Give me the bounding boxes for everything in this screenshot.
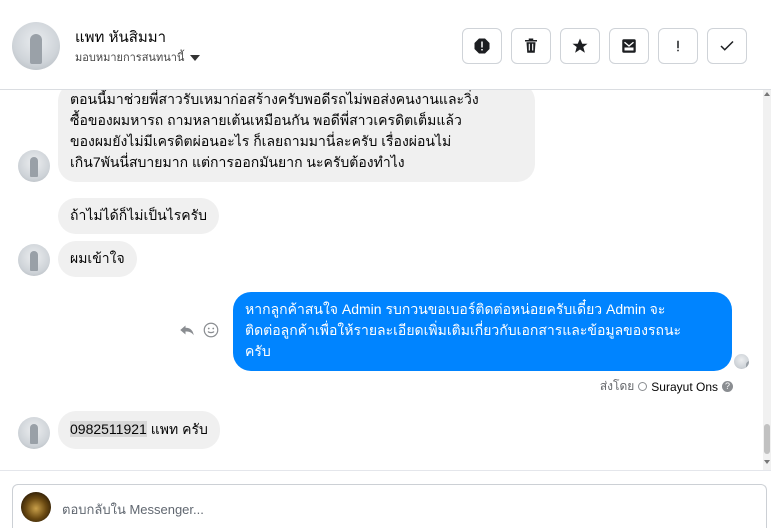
scrollbar-thumb[interactable] <box>764 424 770 454</box>
star-icon <box>572 38 588 53</box>
message-line: ซื้อของผมหารถ ถามหลายเต้นเหมือนกัน พอดีพ… <box>70 112 462 128</box>
message-tools <box>178 321 220 339</box>
delete-button[interactable] <box>511 28 551 64</box>
mark-done-icon <box>720 40 734 51</box>
assign-label: มอบหมายการสนทนานี้ <box>75 52 185 64</box>
message-text: ผมเข้าใจ <box>70 250 125 266</box>
mark-follow-up-button[interactable] <box>658 28 698 64</box>
reply-input-placeholder[interactable]: ตอบกลับใน Messenger... <box>62 499 204 520</box>
report-spam-button[interactable] <box>462 28 502 64</box>
incoming-message[interactable]: ถ้าไม่ได้ก็ไม่เป็นไรครับ <box>58 198 220 234</box>
sent-by-prefix: ส่งโดย <box>599 379 635 393</box>
react-smiley-icon[interactable] <box>202 321 220 339</box>
incoming-message[interactable]: ผมเข้าใจ <box>58 241 137 277</box>
sender-name[interactable]: Surayut Ons <box>651 380 718 394</box>
conversation-header: แพท หันสิมมา มอบหมายการสนทนานี้ <box>0 0 771 90</box>
page-avatar <box>21 492 51 522</box>
contact-avatar-small <box>18 417 50 449</box>
report-spam-icon <box>474 38 490 54</box>
sent-by-line: ส่งโดย Surayut Ons ? <box>600 377 733 396</box>
message-list[interactable]: ตอนนี้มาช่วยพี่สาวรับเหมาก่อสร้างครับพอด… <box>0 90 771 468</box>
mark-follow-up-icon <box>677 40 679 52</box>
conversation-view: แพท หันสิมมา มอบหมายการสนทนานี้ ตอนนี้มา… <box>0 0 771 528</box>
assign-conversation-dropdown[interactable]: มอบหมายการสนทนานี้ <box>75 48 201 66</box>
message-line: ตอนนี้มาช่วยพี่สาวรับเหมาก่อสร้างครับพอด… <box>70 91 479 107</box>
contact-avatar-small <box>18 150 50 182</box>
scroll-down-icon[interactable] <box>764 460 770 464</box>
phone-number[interactable]: 0982511921 <box>70 421 147 437</box>
contact-avatar-small <box>18 244 50 276</box>
trash-icon <box>525 38 537 53</box>
reply-composer[interactable]: ตอบกลับใน Messenger... <box>12 484 767 528</box>
star-button[interactable] <box>560 28 600 64</box>
help-icon[interactable]: ? <box>722 381 733 392</box>
reply-icon[interactable] <box>178 321 196 339</box>
sent-check-icon <box>638 382 648 391</box>
caret-down-icon <box>190 54 201 61</box>
composer-divider <box>0 470 771 471</box>
mark-done-button[interactable] <box>707 28 747 64</box>
incoming-message[interactable]: ตอนนี้มาช่วยพี่สาวรับเหมาก่อสร้างครับพอด… <box>58 90 535 182</box>
seen-avatar <box>734 354 749 369</box>
conversation-actions <box>462 28 747 64</box>
move-to-inbox-button[interactable] <box>609 28 649 64</box>
contact-avatar[interactable] <box>12 22 60 70</box>
message-line: ครับ <box>245 343 271 359</box>
message-line: เกิน7พันนี่สบายมาก แต่การออกมันยาก นะครั… <box>70 154 405 170</box>
message-line: หากลูกค้าสนใจ Admin รบกวนขอเบอร์ติดต่อหน… <box>245 301 666 317</box>
message-scrollbar[interactable] <box>763 90 771 470</box>
message-text: แพท ครับ <box>146 421 208 437</box>
message-line: ติดต่อลูกค้าเพื่อให้รายละเอียดเพิ่มเติมเ… <box>245 322 682 338</box>
message-text: ถ้าไม่ได้ก็ไม่เป็นไรครับ <box>70 207 208 223</box>
contact-name[interactable]: แพท หันสิมมา <box>75 25 166 49</box>
move-to-inbox-icon <box>622 39 636 53</box>
scroll-up-icon[interactable] <box>764 92 770 96</box>
incoming-message[interactable]: 0982511921 แพท ครับ <box>58 411 220 449</box>
outgoing-message[interactable]: หากลูกค้าสนใจ Admin รบกวนขอเบอร์ติดต่อหน… <box>233 292 732 371</box>
message-line: ของผมยังไม่มีเครดิตผ่อนอะไร ก็เลยถามมานี… <box>70 133 452 149</box>
